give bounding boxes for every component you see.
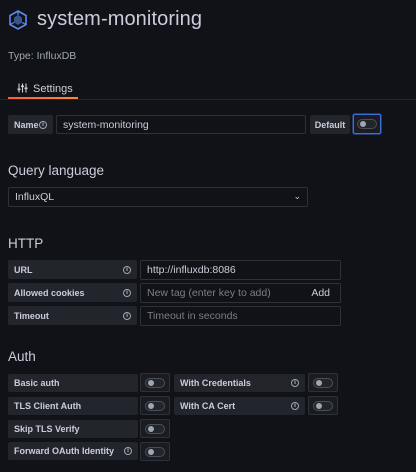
- forward-oauth-label: Forward OAuth Identity i: [8, 442, 138, 460]
- basic-auth-label: Basic auth: [8, 374, 138, 392]
- info-icon[interactable]: i: [123, 265, 131, 274]
- auth-heading: Auth: [8, 349, 36, 364]
- default-toggle[interactable]: [353, 114, 381, 134]
- timeout-placeholder: Timeout in seconds: [147, 310, 238, 322]
- forward-oauth-label-text: Forward OAuth Identity: [14, 446, 114, 456]
- tab-settings-label: Settings: [33, 83, 73, 95]
- forward-oauth-toggle[interactable]: [140, 442, 170, 461]
- with-credentials-label-text: With Credentials: [180, 378, 251, 388]
- timeout-label: Timeout i: [8, 306, 137, 325]
- name-label-text: Name: [14, 119, 39, 130]
- influxdb-logo-icon: [8, 10, 28, 30]
- info-icon[interactable]: i: [123, 311, 131, 320]
- query-language-value: InfluxQL: [15, 191, 55, 203]
- default-label-text: Default: [314, 119, 346, 130]
- info-icon[interactable]: i: [39, 120, 47, 129]
- query-language-select[interactable]: InfluxQL ⌄: [8, 187, 308, 207]
- with-ca-cert-label-text: With CA Cert: [180, 401, 236, 411]
- tls-client-auth-toggle[interactable]: [140, 396, 170, 415]
- name-input-value: system-monitoring: [63, 118, 149, 131]
- tls-client-auth-label: TLS Client Auth: [8, 397, 138, 415]
- info-icon[interactable]: i: [291, 379, 299, 387]
- info-icon[interactable]: i: [123, 288, 131, 297]
- timeout-input[interactable]: Timeout in seconds: [140, 306, 341, 326]
- tabs-divider: [0, 99, 416, 100]
- http-heading: HTTP: [8, 236, 44, 251]
- url-label: URL i: [8, 260, 137, 279]
- timeout-label-text: Timeout: [14, 310, 49, 321]
- datasource-type: Type: InfluxDB: [8, 50, 77, 62]
- forward-oauth-switch[interactable]: [145, 446, 165, 457]
- info-icon[interactable]: i: [124, 447, 132, 455]
- allowed-cookies-label-text: Allowed cookies: [14, 287, 85, 298]
- with-ca-cert-switch[interactable]: [313, 400, 333, 411]
- name-label: Name i: [8, 115, 53, 134]
- name-input[interactable]: system-monitoring: [56, 115, 306, 134]
- tls-client-auth-label-text: TLS Client Auth: [14, 401, 82, 411]
- allowed-cookies-label: Allowed cookies i: [8, 283, 137, 302]
- add-cookie-button[interactable]: Add: [311, 287, 334, 299]
- allowed-cookies-placeholder: New tag (enter key to add): [147, 287, 271, 299]
- tab-settings[interactable]: Settings: [8, 80, 82, 98]
- default-label: Default: [310, 115, 350, 134]
- page-title: system-monitoring: [37, 8, 203, 30]
- with-ca-cert-label: With CA Cert i: [174, 397, 305, 415]
- skip-tls-verify-label: Skip TLS Verify: [8, 420, 138, 438]
- query-language-heading: Query language: [8, 163, 105, 178]
- with-credentials-toggle[interactable]: [308, 373, 338, 392]
- skip-tls-verify-label-text: Skip TLS Verify: [14, 424, 80, 434]
- skip-tls-verify-toggle[interactable]: [140, 419, 170, 438]
- allowed-cookies-input[interactable]: New tag (enter key to add) Add: [140, 283, 341, 303]
- chevron-down-icon: ⌄: [293, 192, 301, 202]
- url-label-text: URL: [14, 264, 33, 275]
- info-icon[interactable]: i: [291, 402, 299, 410]
- skip-tls-verify-switch[interactable]: [145, 423, 165, 434]
- with-credentials-switch[interactable]: [313, 377, 333, 388]
- default-switch[interactable]: [357, 119, 377, 129]
- basic-auth-switch[interactable]: [145, 377, 165, 388]
- url-input[interactable]: http://influxdb:8086: [140, 260, 341, 280]
- basic-auth-label-text: Basic auth: [14, 378, 60, 388]
- tls-client-auth-switch[interactable]: [145, 400, 165, 411]
- with-ca-cert-toggle[interactable]: [308, 396, 338, 415]
- sliders-icon: [17, 83, 28, 96]
- basic-auth-toggle[interactable]: [140, 373, 170, 392]
- url-input-value: http://influxdb:8086: [147, 264, 236, 276]
- with-credentials-label: With Credentials i: [174, 374, 305, 392]
